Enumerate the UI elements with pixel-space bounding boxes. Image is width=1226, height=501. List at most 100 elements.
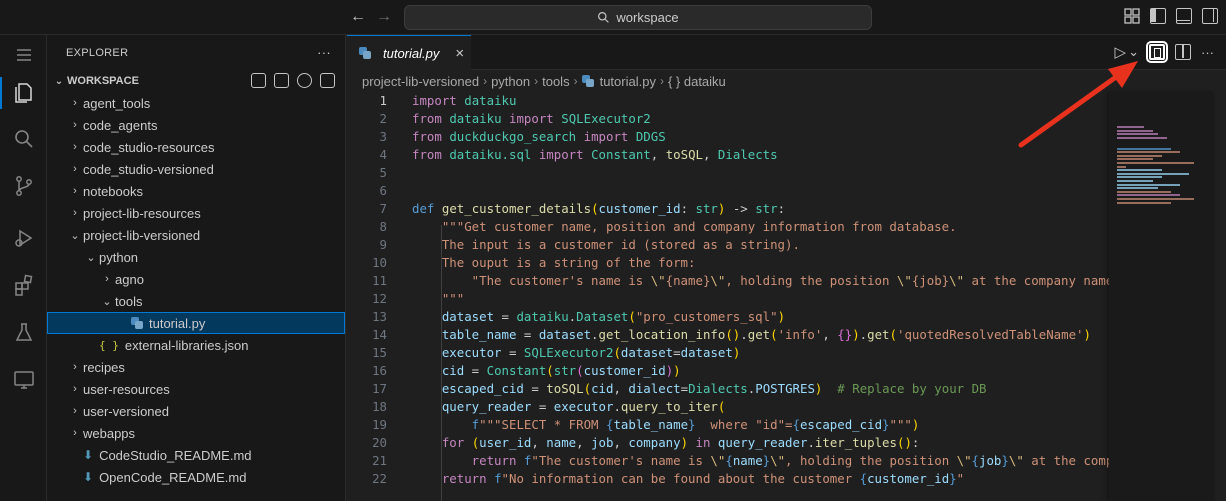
minimap-line — [1117, 162, 1194, 164]
search-icon — [598, 12, 610, 23]
tree-item-webapps[interactable]: › webapps — [47, 422, 345, 444]
minimap-line — [1117, 180, 1153, 182]
search-icon[interactable] — [0, 119, 47, 159]
chevron-right-icon: › — [73, 163, 77, 175]
tree-item-code-studio-versioned[interactable]: › code_studio-versioned — [47, 158, 345, 180]
breadcrumb-item[interactable]: { } dataiku — [668, 74, 726, 89]
tree-item-user-versioned[interactable]: › user-versioned — [47, 400, 345, 422]
tree-item-label: python — [99, 249, 139, 265]
tree-item-label: CodeStudio_README.md — [99, 447, 252, 463]
tree-item-label: OpenCode_README.md — [99, 469, 247, 485]
arrow-left-icon[interactable]: ← — [348, 7, 368, 27]
markdown-file-icon: ⬇ — [83, 448, 94, 462]
remote-explorer-icon[interactable] — [0, 360, 47, 400]
code-line: 17 escaped_cid = toSQL(cid, dialect=Dial… — [372, 381, 987, 396]
minimap-line — [1117, 194, 1180, 197]
minimap-line — [1117, 147, 1171, 150]
explorer-header: EXPLORER ··· — [47, 35, 345, 70]
tree-item-python[interactable]: ⌄ python — [47, 246, 345, 268]
code-line: 4 from dataiku.sql import Constant, toSQL… — [379, 147, 778, 162]
code-line: 20 for (user_id, name, job, company) in … — [372, 435, 920, 450]
extensions-icon[interactable] — [0, 265, 47, 305]
new-file-icon[interactable] — [251, 73, 266, 88]
minimap-line — [1117, 133, 1158, 136]
more-actions-icon[interactable]: ··· — [317, 45, 331, 60]
testing-icon[interactable] — [0, 313, 47, 353]
tree-item-code-studio-resources[interactable]: › code_studio-resources — [47, 136, 345, 158]
tree-item-external-libraries-json[interactable]: { } external-libraries.json — [47, 334, 345, 356]
minimap-line — [1117, 172, 1189, 175]
tree-item-label: webapps — [83, 425, 136, 441]
code-line: 16 cid = Constant(str(customer_id)) — [372, 363, 681, 378]
tree-item-tutorial-py[interactable]: tutorial.py — [47, 312, 345, 334]
open-preview-icon[interactable] — [1146, 41, 1168, 63]
breadcrumb-item[interactable]: tutorial.py — [600, 74, 656, 89]
run-debug-icon[interactable] — [0, 218, 47, 258]
chevron-right-icon: › — [105, 273, 109, 285]
chevron-down-icon[interactable]: ⌄ — [1128, 44, 1139, 60]
chevron-down-icon: ⌄ — [70, 229, 80, 242]
tree-item-code-agents[interactable]: › code_agents — [47, 114, 345, 136]
run-icon[interactable]: ▷ — [1115, 43, 1127, 61]
minimap-line — [1117, 183, 1180, 186]
minimap-line — [1117, 165, 1126, 168]
breadcrumb-item[interactable]: tools — [542, 74, 569, 89]
minimap-line — [1117, 190, 1171, 193]
minimap-line — [1117, 198, 1194, 200]
breadcrumb-item[interactable]: project-lib-versioned — [362, 74, 479, 89]
tree-item-project-lib-resources[interactable]: › project-lib-resources — [47, 202, 345, 224]
chevron-right-icon: › — [483, 74, 488, 88]
source-control-icon[interactable] — [0, 166, 47, 206]
tree-item-codestudio-readme-md[interactable]: ⬇ CodeStudio_README.md — [47, 444, 345, 466]
tree-item-label: user-versioned — [83, 403, 169, 419]
code-line: 18 query_reader = executor.query_to_iter… — [372, 399, 726, 414]
tree-item-label: tools — [115, 293, 143, 309]
tree-item-label: project-lib-resources — [83, 205, 201, 221]
code-editor[interactable]: 1 import dataiku 2 from dataiku import SQL… — [347, 92, 1109, 501]
tree-item-agent-tools[interactable]: › agent_tools — [47, 92, 345, 114]
refresh-icon[interactable] — [297, 73, 312, 88]
code-line: 8 """Get customer name, position and com… — [379, 219, 957, 234]
chevron-right-icon: › — [73, 185, 77, 197]
code-line: 12 """ — [372, 291, 465, 306]
tree-item-label: code_agents — [83, 117, 158, 133]
arrow-right-icon[interactable]: → — [374, 7, 394, 27]
workspace-section-header[interactable]: ⌄ WORKSPACE — [47, 70, 345, 92]
tree-item-label: project-lib-versioned — [83, 227, 201, 243]
toggle-secondary-sidebar-icon[interactable] — [1202, 8, 1218, 24]
chevron-right-icon: › — [73, 383, 77, 395]
tab-tutorial-py[interactable]: tutorial.py × — [347, 35, 471, 70]
tree-item-recipes[interactable]: › recipes — [47, 356, 345, 378]
toggle-panel-icon[interactable] — [1176, 8, 1192, 24]
chevron-right-icon: › — [73, 97, 77, 109]
collapse-all-icon[interactable] — [320, 73, 335, 88]
tree-item-label: tutorial.py — [149, 315, 206, 331]
new-folder-icon[interactable] — [274, 73, 289, 88]
toggle-primary-sidebar-icon[interactable] — [1150, 8, 1166, 24]
customize-layout-icon[interactable] — [1124, 8, 1140, 24]
tree-item-notebooks[interactable]: › notebooks — [47, 180, 345, 202]
code-line: 9 The input is a customer id (stored as … — [379, 237, 800, 252]
more-actions-icon[interactable]: ··· — [1201, 45, 1214, 60]
tree-item-label: code_studio-resources — [83, 139, 215, 155]
breadcrumb-item[interactable]: python — [491, 74, 530, 89]
code-line: 3 from duckduckgo_search import DDGS — [379, 129, 666, 144]
chevron-right-icon: › — [73, 207, 77, 219]
tree-item-agno[interactable]: › agno — [47, 268, 345, 290]
menu-icon[interactable] — [0, 35, 47, 75]
tree-item-label: notebooks — [83, 183, 143, 199]
editor-group: tutorial.py × ▷ ⌄ ··· project-lib-versio… — [347, 35, 1226, 501]
tree-item-project-lib-versioned[interactable]: ⌄ project-lib-versioned — [47, 224, 345, 246]
explorer-sidebar: EXPLORER ··· ⌄ WORKSPACE › agent_tools › co… — [47, 35, 346, 501]
tab-bar: tutorial.py × ▷ ⌄ ··· — [347, 35, 1226, 70]
minimap-line — [1117, 169, 1162, 172]
tree-item-user-resources[interactable]: › user-resources — [47, 378, 345, 400]
close-icon[interactable]: × — [455, 45, 464, 62]
explorer-icon[interactable] — [0, 73, 47, 113]
breadcrumb: project-lib-versioned › python › tools ›… — [347, 70, 1226, 92]
tree-item-opencode-readme-md[interactable]: ⬇ OpenCode_README.md — [47, 466, 345, 488]
tree-item-tools[interactable]: ⌄ tools — [47, 290, 345, 312]
command-center-search[interactable]: workspace — [404, 5, 872, 30]
minimap[interactable] — [1109, 92, 1214, 501]
split-editor-icon[interactable] — [1175, 44, 1191, 60]
